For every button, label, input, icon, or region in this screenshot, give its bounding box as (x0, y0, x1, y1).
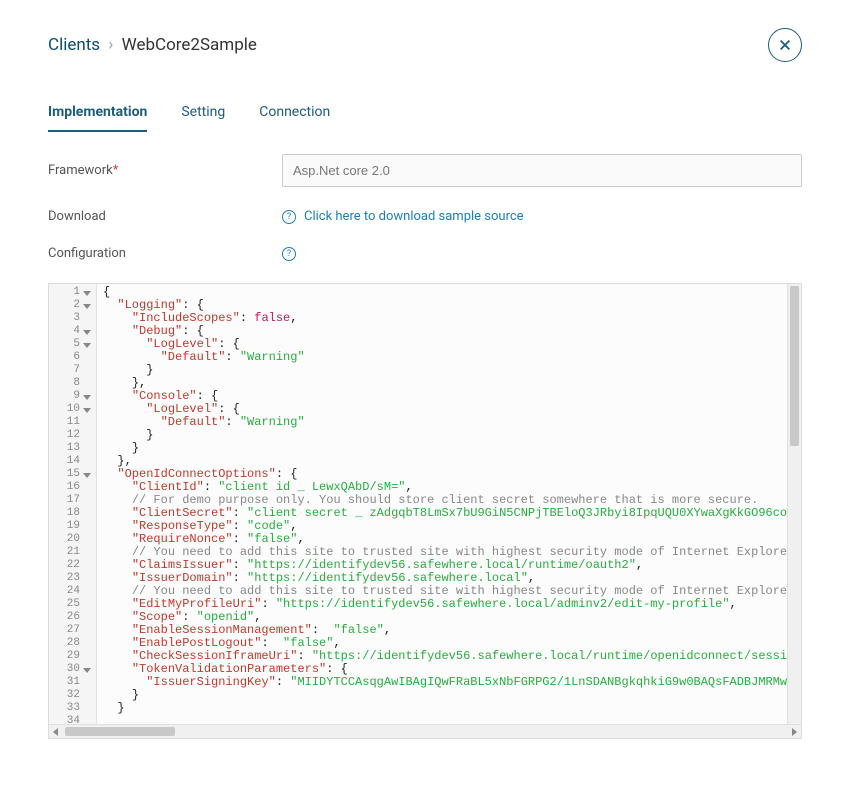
gutter-line: 31 (49, 676, 96, 689)
tab-setting[interactable]: Setting (181, 98, 225, 132)
gutter-line: 32 (49, 689, 96, 702)
code-line[interactable]: } (103, 429, 781, 442)
breadcrumb-separator: › (108, 35, 113, 55)
code-line[interactable]: } (103, 702, 781, 715)
vertical-scrollbar[interactable] (787, 284, 801, 724)
gutter-line: 7 (49, 364, 96, 377)
gutter-line: 11 (49, 416, 96, 429)
gutter-line: 3 (49, 312, 96, 325)
gutter-line: 10 (49, 403, 96, 416)
code-line[interactable]: } (103, 689, 781, 702)
gutter-line: 21 (49, 546, 96, 559)
gutter-line: 5 (49, 338, 96, 351)
gutter-line: 19 (49, 520, 96, 533)
gutter-line: 17 (49, 494, 96, 507)
chevron-right-icon (790, 728, 798, 736)
gutter-line: 20 (49, 533, 96, 546)
code-line[interactable]: "Default": "Warning" (103, 416, 781, 429)
gutter-line: 33 (49, 702, 96, 715)
editor-code-area[interactable]: { "Logging": { "IncludeScopes": false, "… (97, 284, 787, 724)
gutter-line: 15 (49, 468, 96, 481)
vertical-scrollbar-thumb[interactable] (790, 286, 799, 446)
breadcrumb-current: WebCore2Sample (122, 35, 257, 55)
close-button[interactable] (768, 28, 802, 62)
gutter-line: 9 (49, 390, 96, 403)
fold-toggle[interactable] (82, 327, 92, 337)
scroll-left-button[interactable] (49, 725, 63, 739)
breadcrumb: Clients › WebCore2Sample (48, 35, 257, 55)
code-line[interactable]: } (103, 364, 781, 377)
fold-toggle[interactable] (82, 301, 92, 311)
code-line[interactable]: "IncludeScopes": false, (103, 312, 781, 325)
code-editor[interactable]: 1234567891011121314151617181920212223242… (48, 283, 802, 739)
gutter-line: 25 (49, 598, 96, 611)
fold-toggle[interactable] (82, 405, 92, 415)
gutter-line: 13 (49, 442, 96, 455)
gutter-line: 1 (49, 286, 96, 299)
gutter-line: 24 (49, 585, 96, 598)
fold-toggle[interactable] (82, 288, 92, 298)
horizontal-scrollbar-thumb[interactable] (65, 727, 175, 736)
code-line[interactable]: } (103, 442, 781, 455)
gutter-line: 14 (49, 455, 96, 468)
help-icon[interactable]: ? (282, 247, 296, 261)
fold-toggle[interactable] (82, 392, 92, 402)
tab-connection[interactable]: Connection (259, 98, 330, 132)
code-line[interactable]: "IssuerSigningKey": "MIIDYTCCAsqgAwIBAgI… (103, 676, 781, 689)
gutter-line: 29 (49, 650, 96, 663)
fold-toggle[interactable] (82, 340, 92, 350)
help-icon[interactable]: ? (282, 210, 296, 224)
scroll-right-button[interactable] (787, 725, 801, 739)
framework-label: Framework* (48, 163, 282, 178)
code-line[interactable] (103, 715, 781, 724)
gutter-line: 27 (49, 624, 96, 637)
gutter-line: 30 (49, 663, 96, 676)
code-line[interactable]: "Default": "Warning" (103, 351, 781, 364)
editor-gutter: 1234567891011121314151617181920212223242… (49, 284, 97, 724)
close-icon (778, 38, 792, 52)
fold-toggle[interactable] (82, 470, 92, 480)
chevron-left-icon (52, 728, 60, 736)
gutter-line: 18 (49, 507, 96, 520)
gutter-line: 22 (49, 559, 96, 572)
horizontal-scrollbar[interactable] (49, 724, 801, 738)
framework-input[interactable] (282, 154, 802, 187)
download-link[interactable]: Click here to download sample source (304, 209, 524, 224)
gutter-line: 4 (49, 325, 96, 338)
gutter-line: 26 (49, 611, 96, 624)
gutter-line: 8 (49, 377, 96, 390)
gutter-line: 28 (49, 637, 96, 650)
gutter-line: 6 (49, 351, 96, 364)
download-label: Download (48, 209, 282, 224)
code-line[interactable]: { (103, 286, 781, 299)
tab-implementation[interactable]: Implementation (48, 98, 147, 132)
required-indicator: * (113, 163, 119, 178)
tabs: Implementation Setting Connection (48, 98, 802, 132)
gutter-line: 16 (49, 481, 96, 494)
fold-toggle[interactable] (82, 665, 92, 675)
breadcrumb-parent[interactable]: Clients (48, 35, 100, 55)
gutter-line: 2 (49, 299, 96, 312)
gutter-line: 12 (49, 429, 96, 442)
horizontal-scrollbar-track[interactable] (63, 725, 787, 738)
configuration-label: Configuration (48, 246, 282, 261)
gutter-line: 23 (49, 572, 96, 585)
